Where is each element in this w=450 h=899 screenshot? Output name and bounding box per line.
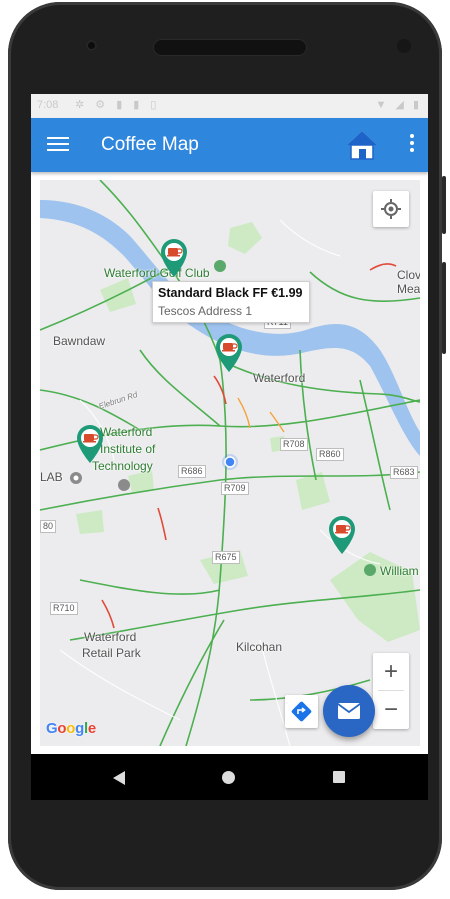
home-icon[interactable]: [345, 128, 379, 162]
coffee-pin-icon[interactable]: [159, 238, 189, 278]
map-label-william: William: [380, 564, 419, 578]
road-shield-r860: R860: [316, 448, 344, 461]
front-camera: [86, 40, 97, 51]
road-shield-80: 80: [40, 520, 57, 533]
marker-info-window[interactable]: Standard Black FF €1.99 Tescos Address 1: [152, 281, 310, 323]
zoom-controls: + −: [373, 653, 409, 729]
road-shield-r675: R675: [212, 551, 240, 564]
email-fab-button[interactable]: [323, 685, 375, 737]
power-button[interactable]: [442, 176, 446, 234]
map-label-retail-line1: Waterford: [84, 630, 137, 644]
google-attribution-logo: Google: [46, 720, 96, 737]
map-label-waterford: Waterford: [253, 371, 306, 385]
map-label-golf-club: Waterford Golf Club: [104, 266, 210, 280]
map-label-wit-line2: Institute of: [100, 442, 156, 456]
zoom-in-button[interactable]: +: [373, 653, 409, 690]
road-shield-r683: R683: [390, 466, 418, 479]
status-system-icons: ▼ ◢ ▮: [375, 99, 422, 111]
map-label-lab: LAB: [40, 470, 63, 484]
screen: 7:08 ✲ ⚙ ▮ ▮ ▯ ▼ ◢ ▮ Coffee Map Waterfor…: [31, 94, 428, 800]
coffee-pin-icon[interactable]: [75, 424, 105, 464]
status-time: 7:08: [37, 99, 59, 111]
app-bar: Coffee Map: [31, 118, 428, 172]
envelope-icon: [337, 703, 361, 719]
road-shield-r708: R708: [280, 438, 308, 451]
info-window-subtitle: Tescos Address 1: [158, 304, 253, 318]
hamburger-menu-icon[interactable]: [47, 133, 69, 155]
earpiece-speaker: [153, 39, 307, 56]
coffee-pin-icon[interactable]: [214, 333, 244, 373]
map-label-clov: Clov Mead: [397, 268, 420, 296]
my-location-icon[interactable]: [373, 191, 409, 227]
phone-frame: 7:08 ✲ ⚙ ▮ ▮ ▯ ▼ ◢ ▮ Coffee Map Waterfor…: [8, 2, 442, 890]
info-window-title: Standard Black FF €1.99: [158, 286, 303, 300]
map-label-bawndaw: Bawndaw: [53, 334, 106, 348]
app-title: Coffee Map: [101, 134, 199, 155]
back-icon[interactable]: [113, 771, 125, 785]
overflow-menu-icon[interactable]: [406, 134, 418, 156]
map-label-retail-line2: Retail Park: [82, 646, 141, 660]
status-bar: 7:08 ✲ ⚙ ▮ ▮ ▯ ▼ ◢ ▮: [31, 94, 428, 118]
map-label-kilcohan: Kilcohan: [236, 640, 283, 654]
map-label-wit-line1: Waterford: [100, 425, 153, 439]
recents-icon[interactable]: [333, 771, 345, 783]
coffee-pin-icon[interactable]: [327, 515, 357, 555]
map-view[interactable]: Waterford Golf Club Clov Mead Bawndaw Wa…: [40, 180, 420, 746]
home-circle-icon[interactable]: [222, 771, 235, 784]
volume-button[interactable]: [442, 262, 446, 354]
road-shield-r709: R709: [221, 482, 249, 495]
directions-icon[interactable]: [285, 695, 318, 728]
status-notification-icons: ✲ ⚙ ▮ ▮ ▯: [75, 99, 161, 111]
zoom-out-button[interactable]: −: [373, 691, 409, 728]
road-shield-r710: R710: [50, 602, 78, 615]
system-nav-bar: [31, 754, 428, 800]
road-shield-r686: R686: [178, 465, 206, 478]
proximity-sensor: [397, 39, 411, 53]
